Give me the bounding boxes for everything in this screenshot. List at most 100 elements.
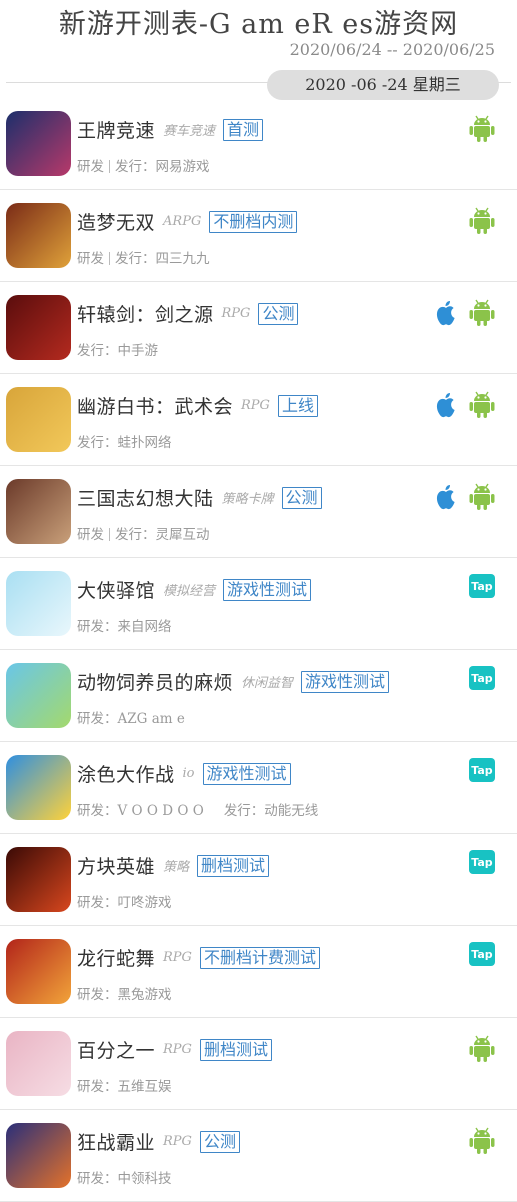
apple-icon[interactable] xyxy=(431,390,461,420)
platform-icons: Tap xyxy=(469,666,497,690)
test-status-badge: 游戏性测试 xyxy=(202,762,291,785)
test-status-badge: 删档测试 xyxy=(199,1038,272,1061)
game-row-11[interactable]: 百分之一 RPG 删档测试 研发：五维互娱 xyxy=(0,1018,517,1110)
calligraphy-logo-icon[interactable] xyxy=(6,295,71,360)
publisher-text: 研发 xyxy=(77,159,104,175)
taptap-icon[interactable]: Tap xyxy=(469,574,495,598)
pink-hair-girl-avatar-icon[interactable] xyxy=(6,1031,71,1096)
game-name[interactable]: 方块英雄 xyxy=(77,852,155,879)
game-genre: 赛车竞速 xyxy=(163,124,216,139)
android-icon[interactable] xyxy=(467,390,497,420)
game-name[interactable]: 百分之一 xyxy=(77,1036,155,1063)
game-genre: 策略卡牌 xyxy=(221,492,274,507)
platform-icons xyxy=(467,114,497,144)
game-genre: io xyxy=(182,766,195,781)
number-3-block-icon[interactable] xyxy=(6,755,71,820)
platform-icons xyxy=(467,1034,497,1064)
android-icon[interactable] xyxy=(467,1126,497,1156)
test-status-badge: 上线 xyxy=(277,394,318,417)
publisher-text: 研发：AZG am e xyxy=(77,711,185,727)
game-name[interactable]: 幽游白书：武术会 xyxy=(77,392,233,419)
game-row-9[interactable]: 方块英雄 策略 删档测试 研发：叮咚游戏 Tap xyxy=(0,834,517,926)
fire-warrior-avatar-icon[interactable] xyxy=(6,1123,71,1188)
apple-icon[interactable] xyxy=(431,298,461,328)
game-row-12[interactable]: 狂战霸业 RPG 公测 研发：中领科技 xyxy=(0,1110,517,1202)
game-name[interactable]: 动物饲养员的麻烦 xyxy=(77,668,233,695)
publisher-info: 研发：V O O D O O 发行：动能无线 xyxy=(77,799,318,819)
publisher-text: 发行：动能无线 xyxy=(223,803,319,819)
game-name[interactable]: 龙行蛇舞 xyxy=(77,944,155,971)
game-genre: 模拟经营 xyxy=(163,584,216,599)
publisher-info: 研发：中领科技 xyxy=(77,1167,172,1187)
test-status-badge: 游戏性测试 xyxy=(223,578,312,601)
platform-icons xyxy=(431,390,497,420)
meta-separator xyxy=(109,528,110,541)
game-row-8[interactable]: 涂色大作战 io 游戏性测试 研发：V O O D O O 发行：动能无线 Tap xyxy=(0,742,517,834)
apple-icon[interactable] xyxy=(431,482,461,512)
test-status-badge: 首测 xyxy=(223,118,264,141)
game-genre: RPG xyxy=(163,950,192,965)
game-genre: 策略 xyxy=(163,860,190,875)
platform-icons: Tap xyxy=(469,574,497,598)
platform-icons xyxy=(431,482,497,512)
test-status-badge: 公测 xyxy=(258,302,299,325)
publisher-text: 研发：V O O D O O xyxy=(77,803,204,819)
game-name[interactable]: 三国志幻想大陆 xyxy=(77,484,214,511)
game-genre: RPG xyxy=(221,306,251,321)
publisher-info: 研发 发行：灵犀互动 xyxy=(77,523,210,543)
android-icon[interactable] xyxy=(467,114,497,144)
android-icon[interactable] xyxy=(467,482,497,512)
game-name[interactable]: 王牌竞速 xyxy=(77,116,155,143)
game-row-2[interactable]: 造梦无双 ARPG 不删档内测 研发 发行：四三九九 xyxy=(0,190,517,282)
taptap-icon[interactable]: Tap xyxy=(469,758,495,782)
zookeeper-avatar-icon[interactable] xyxy=(6,663,71,728)
general-avatar-icon[interactable] xyxy=(6,479,71,544)
page-header: 新游开测表-G am eR es游资网 2020/06/24 -- 2020/0… xyxy=(0,0,517,105)
game-row-6[interactable]: 大侠驿馆 模拟经营 游戏性测试 研发：来自网络 Tap xyxy=(0,558,517,650)
game-name[interactable]: 大侠驿馆 xyxy=(77,576,155,603)
publisher-text: 研发：五维互娱 xyxy=(77,1079,172,1095)
platform-icons: Tap xyxy=(469,758,497,782)
racing-avatar-icon[interactable] xyxy=(6,111,71,176)
game-row-7[interactable]: 动物饲养员的麻烦 休闲益智 游戏性测试 研发：AZG am e Tap xyxy=(0,650,517,742)
publisher-info: 发行：中手游 xyxy=(77,339,158,359)
android-icon[interactable] xyxy=(467,298,497,328)
game-name[interactable]: 轩辕剑：剑之源 xyxy=(77,300,214,327)
page-title: 新游开测表-G am eR es游资网 xyxy=(58,9,459,40)
game-genre: RPG xyxy=(163,1134,192,1149)
publisher-text: 发行：灵犀互动 xyxy=(115,527,210,543)
taptap-icon[interactable]: Tap xyxy=(469,850,495,874)
sword-icon-art-icon[interactable] xyxy=(6,847,71,912)
publisher-info: 研发：五维互娱 xyxy=(77,1075,172,1095)
game-row-10[interactable]: 龙行蛇舞 RPG 不删档计费测试 研发：黑兔游戏 Tap xyxy=(0,926,517,1018)
game-row-3[interactable]: 轩辕剑：剑之源 RPG 公测 发行：中手游 xyxy=(0,282,517,374)
meta-separator xyxy=(109,160,110,173)
warrior-avatar-icon[interactable] xyxy=(6,203,71,268)
panda-avatar-icon[interactable] xyxy=(6,571,71,636)
game-row-1[interactable]: 王牌竞速 赛车竞速 首测 研发 发行：网易游戏 xyxy=(0,98,517,190)
game-row-5[interactable]: 三国志幻想大陆 策略卡牌 公测 研发 发行：灵犀互动 xyxy=(0,466,517,558)
taptap-icon[interactable]: Tap xyxy=(469,666,495,690)
publisher-text: 发行：四三九九 xyxy=(115,251,210,267)
dragon-warrior-avatar-icon[interactable] xyxy=(6,939,71,1004)
day-label-badge: 2020 -06 -24 星期三 xyxy=(267,70,499,100)
test-status-badge: 不删档计费测试 xyxy=(199,946,320,969)
game-name[interactable]: 涂色大作战 xyxy=(77,760,175,787)
publisher-info: 研发：叮咚游戏 xyxy=(77,891,172,911)
game-name[interactable]: 造梦无双 xyxy=(77,208,155,235)
platform-icons: Tap xyxy=(469,942,497,966)
publisher-text: 研发：中领科技 xyxy=(77,1171,172,1187)
taptap-icon[interactable]: Tap xyxy=(469,942,495,966)
game-name[interactable]: 狂战霸业 xyxy=(77,1128,155,1155)
game-row-4[interactable]: 幽游白书：武术会 RPG 上线 发行：蛙扑网络 xyxy=(0,374,517,466)
android-icon[interactable] xyxy=(467,1034,497,1064)
game-genre: ARPG xyxy=(163,214,202,229)
publisher-text: 发行：蛙扑网络 xyxy=(77,435,172,451)
publisher-text: 研发 xyxy=(77,527,104,543)
platform-icons xyxy=(467,1126,497,1156)
android-icon[interactable] xyxy=(467,206,497,236)
publisher-text: 发行：中手游 xyxy=(77,343,158,359)
platform-icons xyxy=(431,298,497,328)
anime-boy-avatar-icon[interactable] xyxy=(6,387,71,452)
publisher-info: 研发：来自网络 xyxy=(77,615,172,635)
